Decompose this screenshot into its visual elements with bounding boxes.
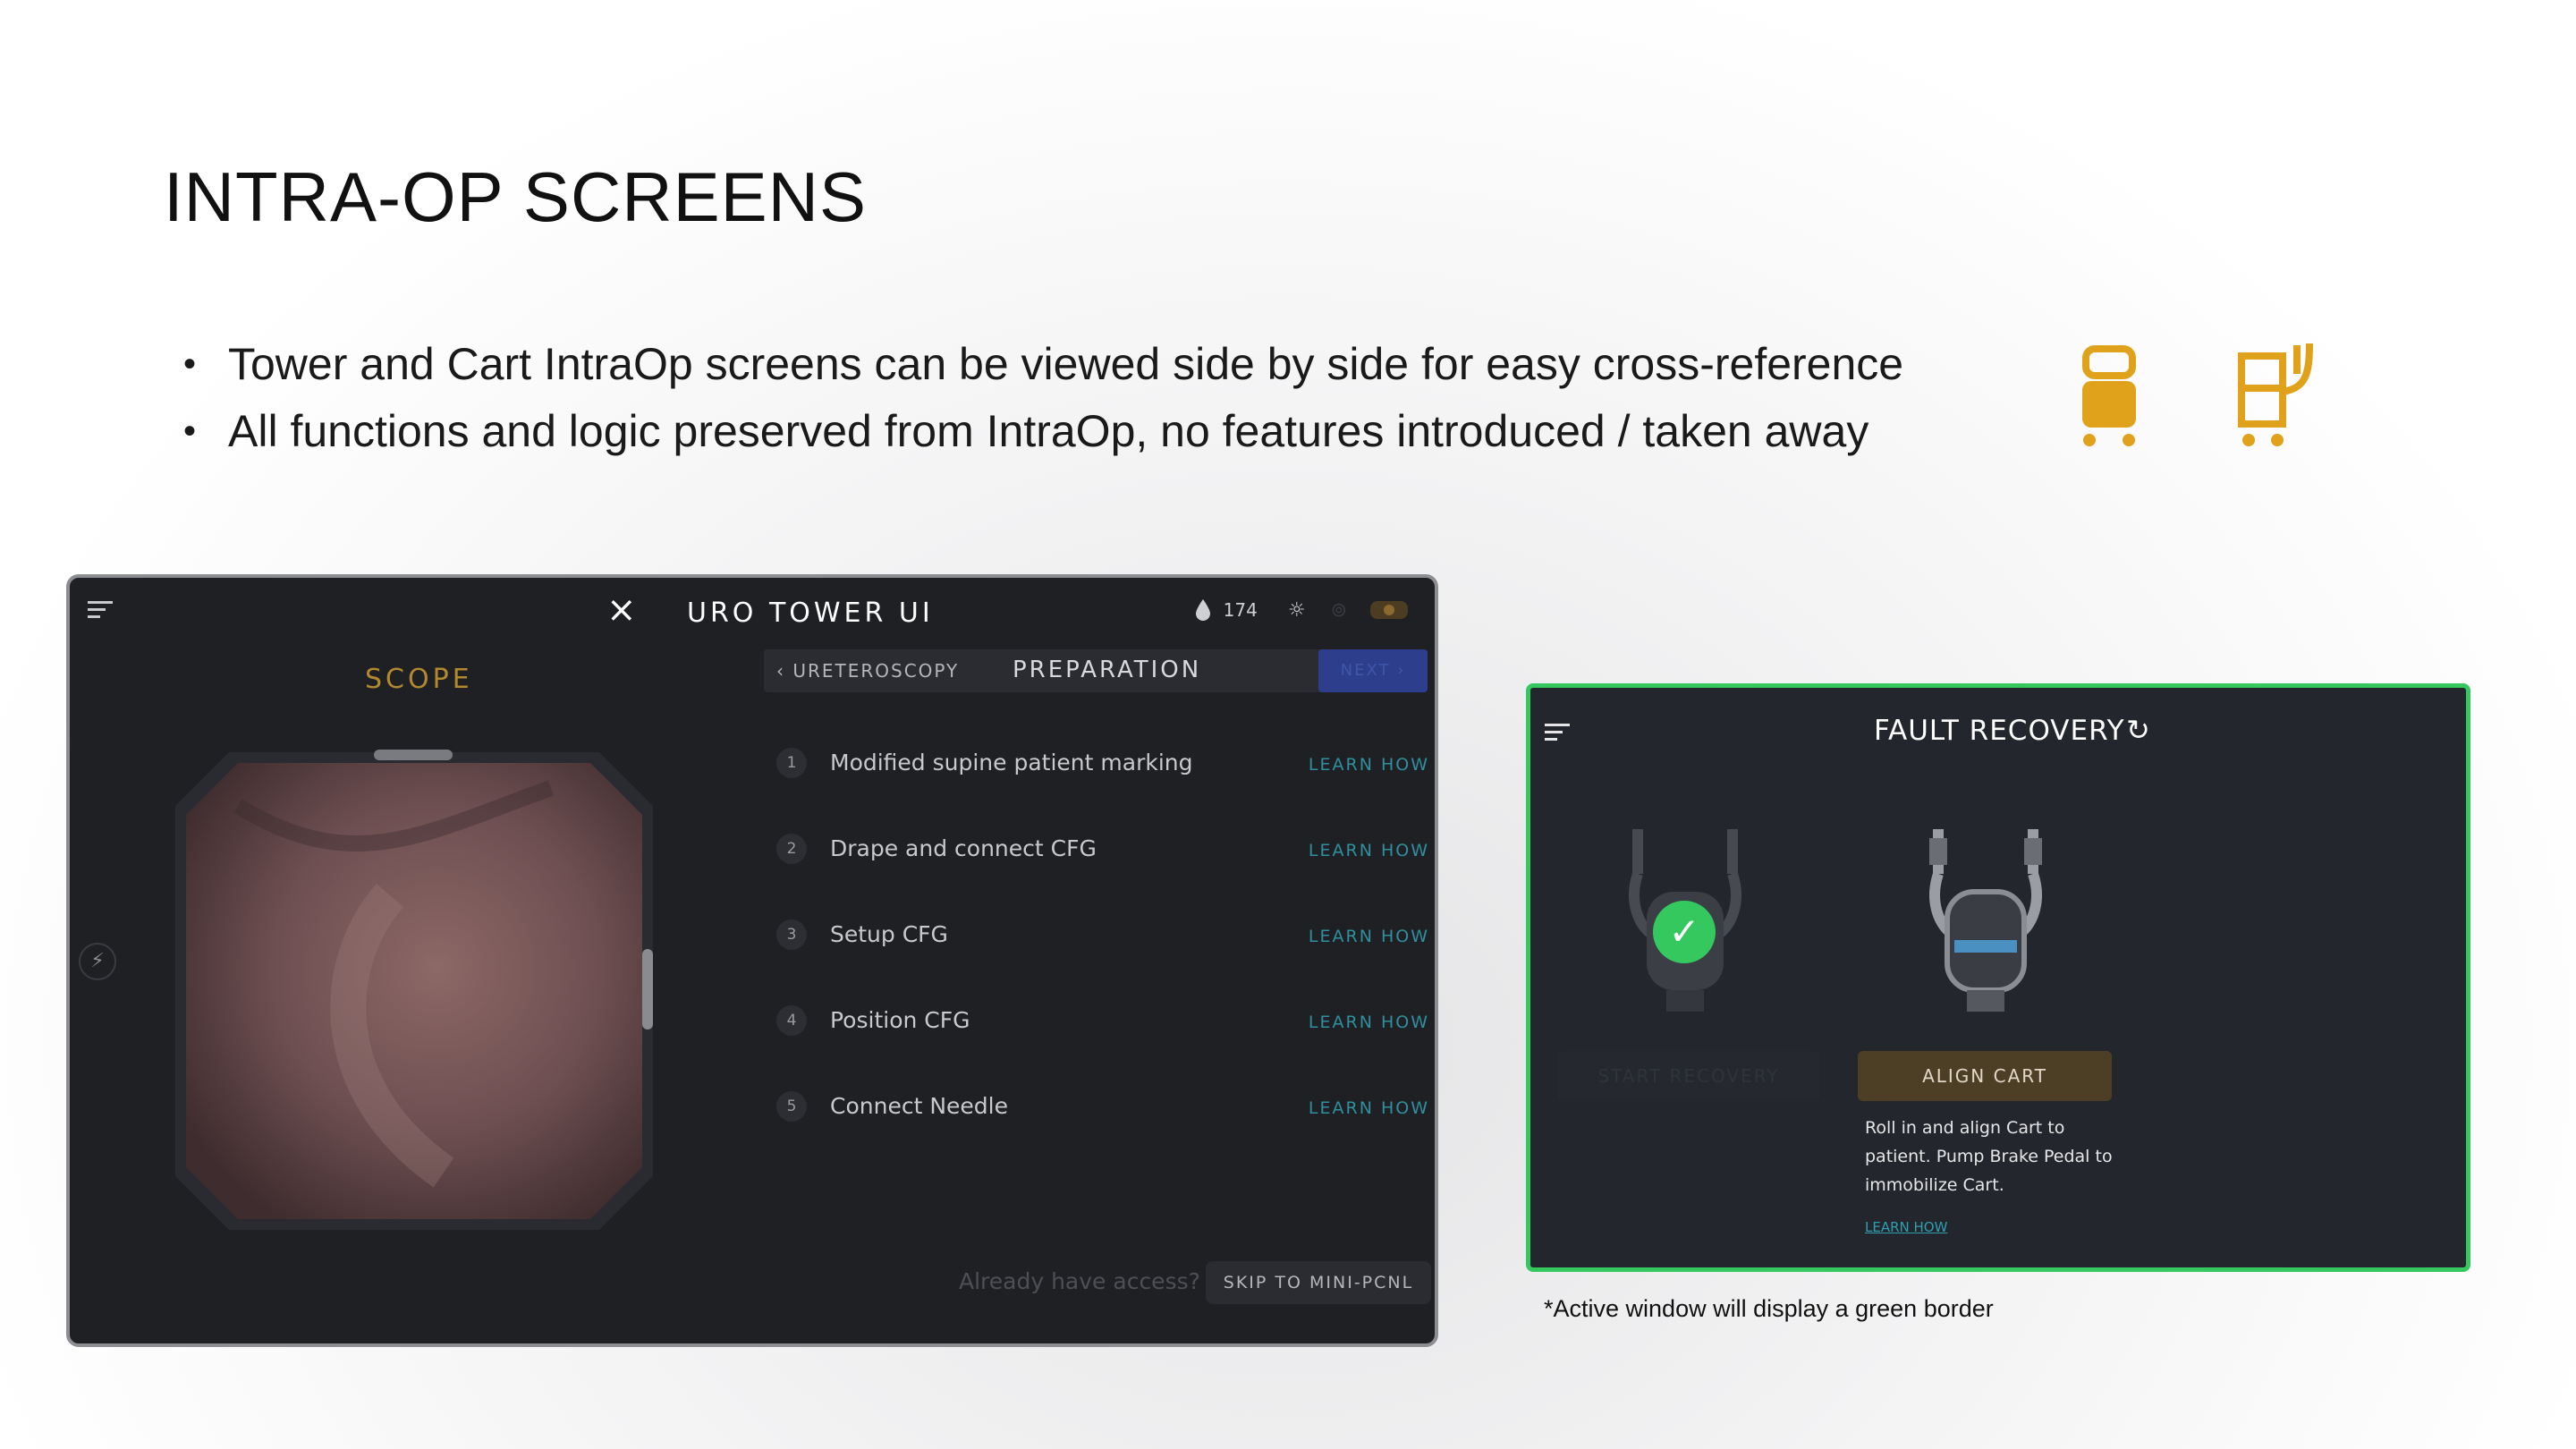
list-item: 1 Modified supine patient marking LEARN … <box>776 748 1429 834</box>
close-icon[interactable]: × <box>606 592 637 628</box>
window-title: URO TOWER UI <box>687 597 934 629</box>
step-number: 2 <box>776 834 807 864</box>
menu-icon[interactable] <box>1545 722 1570 743</box>
step-list: 1 Modified supine patient marking LEARN … <box>776 748 1429 1177</box>
tower-icon <box>2082 345 2136 446</box>
bullet-item: All functions and logic preserved from I… <box>183 398 1903 465</box>
align-description: Roll in and align Cart to patient. Pump … <box>1865 1118 2113 1195</box>
learn-how-link[interactable]: LEARN HOW <box>1309 921 1429 952</box>
start-recovery-button[interactable]: START RECOVERY <box>1557 1051 1820 1101</box>
cart-icon <box>2238 343 2313 446</box>
window-title: FAULT RECOVERY <box>1874 715 2125 747</box>
current-phase: PREPARATION <box>1013 657 1202 683</box>
list-item: 2 Drape and connect CFG LEARN HOW <box>776 834 1429 919</box>
skip-button[interactable]: SKIP TO MINI-PCNL <box>1206 1261 1431 1304</box>
learn-how-link[interactable]: LEARN HOW <box>1309 835 1429 866</box>
scope-top-handle[interactable] <box>374 750 453 760</box>
robot-cart-icon <box>1929 829 2042 1012</box>
chevron-left-icon: ‹ <box>776 660 793 682</box>
step-number: 3 <box>776 919 807 950</box>
fluid-value: 174 <box>1223 599 1258 621</box>
bullet-item: Tower and Cart IntraOp screens can be vi… <box>183 331 1903 398</box>
list-item: 3 Setup CFG LEARN HOW <box>776 919 1429 1005</box>
lightning-icon[interactable]: ⚡ <box>79 943 116 980</box>
step-label: Connect Needle <box>830 1093 1008 1119</box>
learn-how-link[interactable]: LEARN HOW <box>1865 1219 1947 1235</box>
fluid-drop-icon <box>1195 599 1210 621</box>
next-button[interactable]: NEXT › <box>1318 649 1428 692</box>
step-number: 5 <box>776 1091 807 1122</box>
learn-how-link[interactable]: LEARN HOW <box>1309 1093 1429 1123</box>
back-button[interactable]: ‹ URETEROSCOPY <box>776 660 959 682</box>
step-label: Position CFG <box>830 1007 970 1033</box>
device-status-icon <box>1370 601 1408 619</box>
access-prompt: Already have access? <box>959 1268 1200 1294</box>
step-label: Setup CFG <box>830 921 948 947</box>
list-item: 4 Position CFG LEARN HOW <box>776 1005 1429 1091</box>
page-title: INTRA-OP SCREENS <box>164 157 868 236</box>
procedure-nav: ‹ URETEROSCOPY PREPARATION NEXT › <box>764 649 1428 692</box>
connection-icon: ⊚ <box>1330 598 1347 622</box>
step-label: Modified supine patient marking <box>830 750 1193 775</box>
list-item: 5 Connect Needle LEARN HOW <box>776 1091 1429 1177</box>
next-label: NEXT <box>1340 661 1391 680</box>
step-label: Drape and connect CFG <box>830 835 1097 861</box>
tower-window: × URO TOWER UI 174 ☼ ⊚ ⚡ SCOPE ‹ URETERO… <box>66 574 1438 1347</box>
status-bar: 174 ☼ ⊚ <box>1195 597 1410 623</box>
cart-window: FAULT RECOVERY ↻ ✓ START RECOVERY ALIGN … <box>1526 683 2470 1272</box>
align-cart-button[interactable]: ALIGN CART <box>1858 1051 2112 1101</box>
scope-view <box>175 752 653 1230</box>
scope-side-handle[interactable] <box>642 949 653 1030</box>
bullet-list: Tower and Cart IntraOp screens can be vi… <box>183 331 1903 465</box>
step-number: 4 <box>776 1005 807 1036</box>
scope-label: SCOPE <box>365 664 473 695</box>
menu-icon[interactable] <box>88 599 113 621</box>
back-label: URETEROSCOPY <box>792 660 960 682</box>
footnote: *Active window will display a green bord… <box>1544 1295 1994 1322</box>
step-number: 1 <box>776 748 807 778</box>
learn-how-link[interactable]: LEARN HOW <box>1309 750 1429 780</box>
brightness-icon[interactable]: ☼ <box>1288 599 1306 622</box>
check-icon: ✓ <box>1653 901 1716 963</box>
learn-how-link[interactable]: LEARN HOW <box>1309 1007 1429 1038</box>
refresh-icon[interactable]: ↻ <box>2126 713 2150 747</box>
